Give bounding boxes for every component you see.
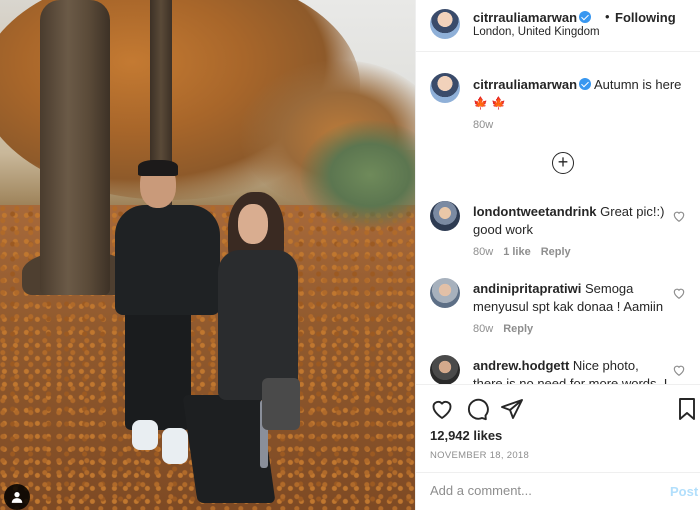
comment-username[interactable]: londontweetandrink — [473, 204, 597, 219]
post-date[interactable]: NOVEMBER 18, 2018 — [430, 450, 529, 461]
reply-button[interactable]: Reply — [503, 323, 533, 335]
post-actions: 12,942 likes NOVEMBER 18, 2018 Post — [416, 384, 700, 510]
heart-icon[interactable] — [430, 397, 454, 421]
add-comment-form: Post — [416, 472, 700, 510]
load-more-comments-button[interactable]: + — [552, 152, 574, 174]
following-button[interactable]: Following — [615, 10, 676, 25]
comment-heart-icon[interactable] — [672, 286, 686, 300]
comment-avatar[interactable] — [430, 201, 460, 231]
likes-count[interactable]: 12,942 likes — [430, 428, 502, 443]
comment-likes[interactable]: 1 like — [503, 246, 531, 258]
comment-username[interactable]: andrew.hodgett — [473, 358, 569, 373]
separator-dot: • — [605, 9, 610, 24]
paper-plane-icon[interactable] — [500, 397, 524, 421]
comment-item: andrew.hodgett Nice photo, there is no n… — [416, 355, 700, 384]
user-tag-icon — [11, 492, 23, 503]
caption-username[interactable]: citrrauliamarwan — [473, 77, 577, 92]
man-jacket — [115, 205, 220, 315]
post-sidebar: citrrauliamarwan • Following London, Uni… — [415, 0, 700, 510]
man-shoe-left — [132, 420, 158, 450]
caption-timestamp[interactable]: 80w — [473, 119, 493, 131]
comment-heart-icon[interactable] — [672, 363, 686, 377]
caption-text: citrrauliamarwan Autumn is here 🍁🍁 — [473, 76, 693, 112]
plus-circle-icon: + — [557, 152, 569, 172]
caption-avatar[interactable] — [430, 73, 460, 103]
man-hair — [138, 160, 178, 176]
maple-leaf-icon: 🍁🍁 — [473, 96, 509, 110]
comment-text: londontweetandrink Great pic!:) good wor… — [473, 203, 671, 239]
comment-heart-icon[interactable] — [672, 209, 686, 223]
handbag — [262, 378, 300, 430]
post-header: citrrauliamarwan • Following London, Uni… — [416, 0, 700, 52]
verified-badge-icon — [579, 78, 592, 90]
man-legs — [125, 305, 191, 430]
comment-avatar[interactable] — [430, 355, 460, 384]
comment-icon[interactable] — [465, 397, 489, 421]
comment-meta: 80w 1 like Reply — [473, 246, 571, 258]
comment-username[interactable]: andiniprita­pratiwi — [473, 281, 581, 296]
comment-timestamp[interactable]: 80w — [473, 246, 493, 258]
post-comment-button[interactable]: Post — [670, 484, 698, 499]
comment-text: andiniprita­pratiwi Semoga menyusul spt … — [473, 280, 671, 316]
avatar[interactable] — [430, 9, 460, 39]
comment-timestamp[interactable]: 80w — [473, 323, 493, 335]
comment-avatar[interactable] — [430, 278, 460, 308]
post-photo[interactable] — [0, 0, 415, 510]
comment-text: andrew.hodgett Nice photo, there is no n… — [473, 357, 671, 384]
user-tag-button[interactable] — [4, 484, 30, 510]
caption-body: Autumn is here — [593, 77, 682, 92]
man-shoe-right — [162, 428, 188, 464]
author-username[interactable]: citrrauliamarwan — [473, 10, 592, 25]
comment-meta: 80w Reply — [473, 323, 533, 335]
bookmark-icon[interactable] — [675, 397, 699, 421]
verified-badge-icon — [579, 11, 592, 23]
location-link[interactable]: London, United Kingdom — [473, 26, 600, 38]
tree-trunk — [40, 0, 110, 295]
add-comment-input[interactable] — [430, 483, 660, 498]
author-username-text[interactable]: citrrauliamarwan — [473, 10, 577, 25]
woman-face — [238, 204, 268, 244]
reply-button[interactable]: Reply — [541, 246, 571, 258]
